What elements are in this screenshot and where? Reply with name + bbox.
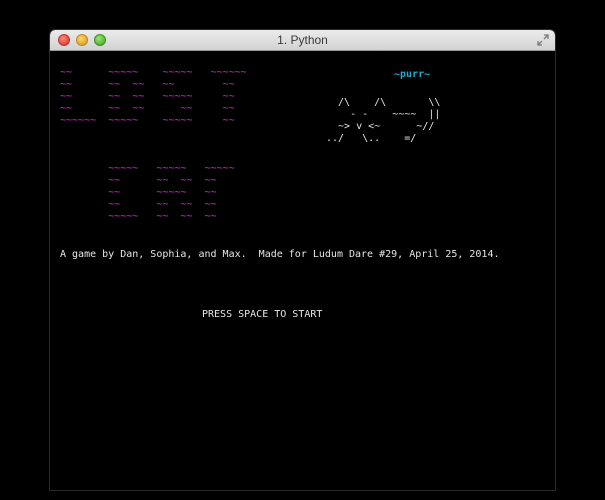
fullscreen-icon[interactable] bbox=[537, 34, 549, 46]
press-start-prompt: PRESS SPACE TO START bbox=[202, 309, 323, 320]
game-logo-top: ~~ ~~~~~ ~~~~~ ~~~~~~ ~~ ~~ ~~ ~~ ~~ ~~ … bbox=[60, 67, 247, 126]
terminal-window: 1. Python ~~ ~~~~~ ~~~~~ ~~~~~~ ~~ ~~ ~~… bbox=[50, 30, 555, 490]
game-logo-bottom: ~~~~~ ~~~~~ ~~~~~ ~~ ~~ ~~ ~~ ~~ ~~~~~ ~… bbox=[108, 163, 235, 222]
terminal-screen[interactable]: ~~ ~~~~~ ~~~~~ ~~~~~~ ~~ ~~ ~~ ~~ ~~ ~~ … bbox=[50, 51, 555, 490]
cat-ascii-art: /\ /\ \\ - - ~~~~ || ~> v <~ ~// ../ \..… bbox=[326, 97, 441, 144]
window-title: 1. Python bbox=[277, 33, 328, 47]
title-bar[interactable]: 1. Python bbox=[50, 30, 555, 51]
purr-label: ~purr~ bbox=[394, 69, 431, 80]
credits-text: A game by Dan, Sophia, and Max. Made for… bbox=[60, 249, 500, 260]
